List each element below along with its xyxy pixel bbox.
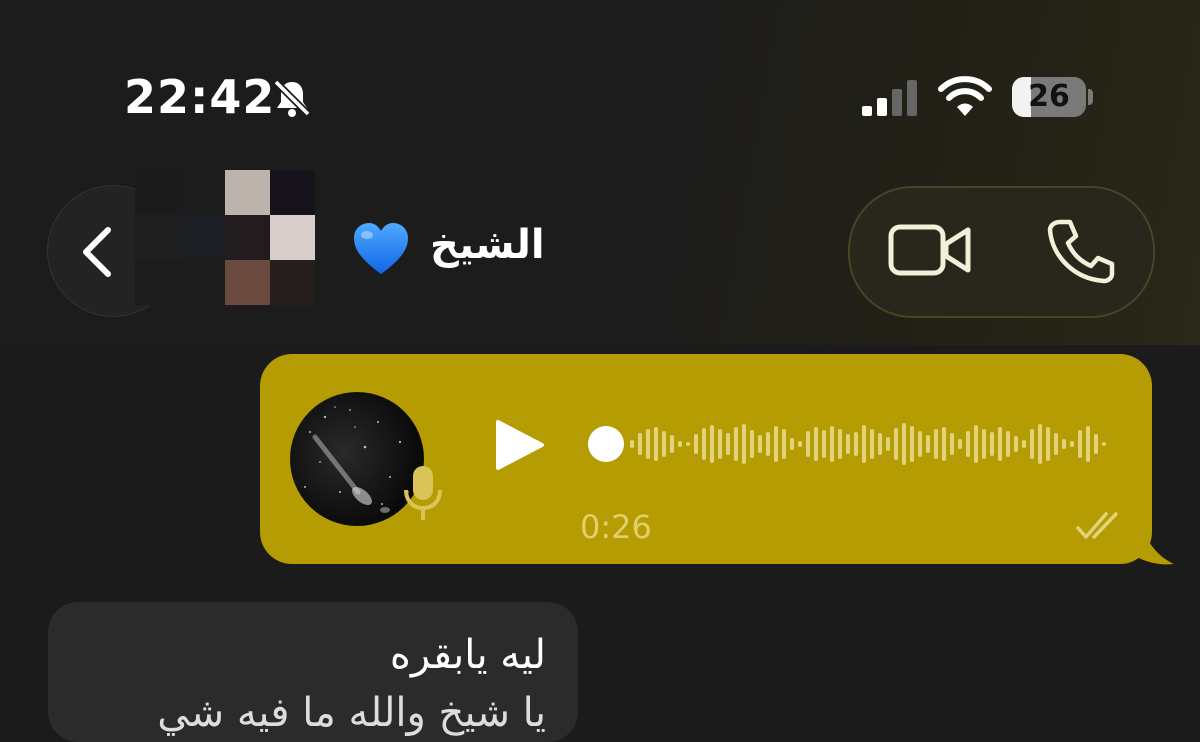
waveform-bar (630, 440, 634, 448)
message-text: ليه يابقره (389, 632, 546, 678)
waveform-bar (766, 432, 770, 456)
waveform-bar (646, 429, 650, 459)
waveform-bar (1094, 434, 1098, 454)
cellular-signal-icon (862, 80, 917, 116)
waveform-bar (998, 427, 1002, 461)
waveform-bar (958, 439, 962, 449)
waveform-bar (926, 435, 930, 453)
waveform-bar (1054, 433, 1058, 455)
microphone-icon (404, 466, 442, 520)
chevron-left-icon (83, 227, 111, 277)
contact-avatar[interactable] (135, 170, 315, 305)
waveform-bar (862, 425, 866, 463)
waveform-bar (798, 441, 802, 447)
blue-heart-emoji (354, 223, 408, 274)
waveform-bar (654, 427, 658, 461)
waveform-bar (1070, 441, 1074, 447)
phone-icon[interactable] (1046, 218, 1116, 284)
waveform-bar (774, 426, 778, 462)
waveform-bar (710, 425, 714, 463)
waveform-bar (1086, 426, 1090, 462)
waveform-bar (894, 428, 898, 460)
waveform-bar (750, 430, 754, 458)
waveform-bar (910, 426, 914, 462)
waveform-bar (782, 429, 786, 459)
contact-name[interactable]: الشيخ (430, 222, 545, 268)
waveform-bar (822, 430, 826, 458)
waveform-bar (934, 429, 938, 459)
waveform-bar (846, 434, 850, 454)
waveform-bar (990, 432, 994, 456)
waveform-bar (790, 438, 794, 450)
waveform-bar (1006, 431, 1010, 457)
waveform-bar (734, 427, 738, 461)
waveform-bar (1038, 424, 1042, 464)
waveform-bar (806, 431, 810, 457)
waveform-bar (694, 434, 698, 454)
waveform-bar (870, 429, 874, 459)
waveform-bar (1046, 427, 1050, 461)
waveform-bar (1030, 429, 1034, 459)
video-camera-icon[interactable] (888, 222, 972, 278)
waveform-bar (974, 425, 978, 463)
waveform-bar (758, 435, 762, 453)
waveform-bar (854, 432, 858, 456)
waveform-bar (726, 433, 730, 455)
waveform-bar (814, 427, 818, 461)
waveform-bar (686, 442, 690, 446)
waveform-bar (638, 433, 642, 455)
wifi-icon (938, 76, 992, 116)
waveform-bar (838, 429, 842, 459)
bell-slash-icon (273, 79, 311, 117)
voice-duration: 0:26 (580, 508, 652, 546)
waveform-bar (662, 431, 666, 457)
battery-tip (1088, 89, 1093, 105)
waveform-bar (982, 429, 986, 459)
voice-waveform[interactable] (586, 408, 1106, 478)
waveform-bar (718, 429, 722, 459)
waveform-bar (1022, 440, 1026, 448)
waveform-bar (830, 426, 834, 462)
play-icon[interactable] (494, 418, 546, 472)
waveform-bar (886, 437, 890, 451)
status-time: 22:42 (124, 70, 276, 124)
waveform-bar (702, 428, 706, 460)
waveform-bar (950, 433, 954, 455)
message-text-line-2: يا شيخ والله ما فيه شي (157, 690, 546, 736)
waveform-bar (678, 441, 682, 447)
battery-level: 26 (1028, 79, 1070, 114)
waveform-bar (670, 435, 674, 453)
waveform-bar (902, 423, 906, 465)
double-check-icon (1076, 512, 1118, 539)
waveform-bar (918, 431, 922, 457)
waveform-bar (742, 424, 746, 464)
waveform-bar (1062, 439, 1066, 449)
waveform-bar (966, 431, 970, 457)
waveform-bar (1014, 436, 1018, 452)
waveform-bar (1102, 442, 1106, 446)
waveform-bar (942, 427, 946, 461)
waveform-bar (1078, 430, 1082, 458)
playback-scrubber (588, 426, 624, 462)
waveform-bar (878, 433, 882, 455)
